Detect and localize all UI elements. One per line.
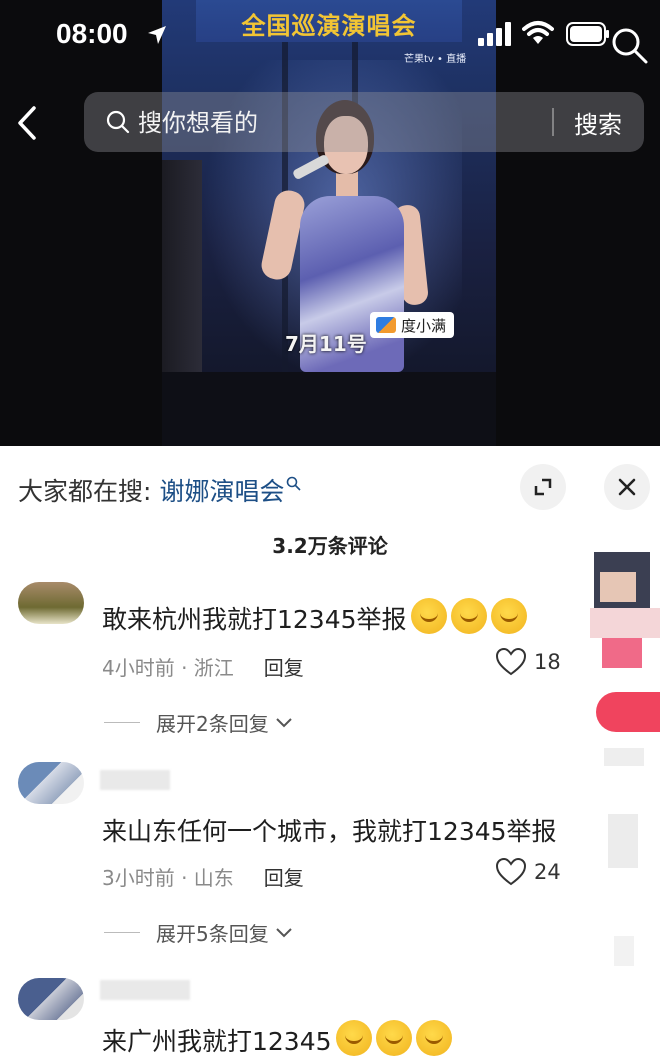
watermark-logo-icon (376, 317, 396, 333)
expand-button[interactable] (520, 464, 566, 510)
watermark-text: 度小满 (401, 316, 447, 335)
comment-text: 来山东任何一个城市，我就打12345举报 (102, 817, 557, 846)
comment-panel: 大家都在搜: 谢娜演唱会 3.2万条评论 敢来杭州我就打12345举报 4小时前 … (0, 446, 660, 1056)
hot-search-label: 大家都在搜: (18, 477, 152, 506)
background-person (162, 160, 202, 372)
close-button[interactable] (604, 464, 650, 510)
avatar[interactable] (18, 762, 84, 804)
reply-button[interactable]: 回复 (264, 866, 304, 890)
like-button[interactable]: 24 (496, 858, 561, 886)
status-bar: 08:00 (0, 0, 660, 70)
heart-icon (496, 858, 526, 886)
comment-meta: 4小时前 · 浙江 回复 (102, 652, 304, 681)
comment-count: 3.2万条评论 (272, 534, 388, 558)
battery-icon (566, 22, 609, 46)
cellular-signal-icon (478, 22, 511, 46)
expand-icon (534, 478, 552, 496)
emoji-icon (410, 598, 447, 634)
avatar[interactable] (18, 978, 84, 1020)
emoji-icon (335, 1020, 372, 1056)
reply-button[interactable]: 回复 (264, 656, 304, 680)
watermark-badge: 度小满 (370, 312, 455, 338)
status-time: 08:00 (56, 18, 128, 49)
back-button[interactable] (14, 104, 44, 142)
comment-text: 来广州我就打12345 (102, 1020, 452, 1058)
location-arrow-icon (148, 26, 166, 44)
comment-time-location: 4小时前 · 浙江 (102, 656, 234, 680)
like-button[interactable]: 18 (496, 648, 561, 676)
emoji-icon (450, 598, 487, 634)
chevron-down-icon (276, 927, 292, 937)
expand-replies-button[interactable]: 展开2条回复 (104, 708, 293, 737)
blurred-overlay (590, 552, 660, 972)
emoji-icon (415, 1020, 452, 1056)
search-icon (106, 110, 130, 134)
comment-meta: 3小时前 · 山东 回复 (102, 862, 304, 891)
search-input[interactable] (136, 104, 540, 142)
search-bar[interactable]: 搜索 (84, 92, 644, 152)
username-blurred (100, 770, 170, 790)
avatar[interactable] (18, 582, 84, 624)
chevron-down-icon (276, 717, 292, 727)
expand-replies-button[interactable]: 展开5条回复 (104, 918, 293, 947)
hot-search[interactable]: 大家都在搜: 谢娜演唱会 (18, 472, 302, 508)
like-count: 24 (534, 860, 561, 884)
search-icon[interactable] (610, 26, 650, 66)
comment-time-location: 3小时前 · 山东 (102, 866, 234, 890)
video-caption: 7月11号 (285, 332, 367, 356)
search-divider (552, 108, 554, 136)
comment-text: 敢来杭州我就打12345举报 (102, 598, 527, 636)
heart-icon (496, 648, 526, 676)
close-icon (618, 478, 636, 496)
like-count: 18 (534, 650, 561, 674)
emoji-icon (490, 598, 527, 634)
username-blurred (100, 980, 190, 1000)
search-button[interactable]: 搜索 (574, 105, 622, 140)
hot-search-keyword[interactable]: 谢娜演唱会 (159, 477, 284, 506)
hot-search-icon (287, 476, 302, 491)
emoji-icon (375, 1020, 412, 1056)
wifi-icon (522, 21, 554, 44)
